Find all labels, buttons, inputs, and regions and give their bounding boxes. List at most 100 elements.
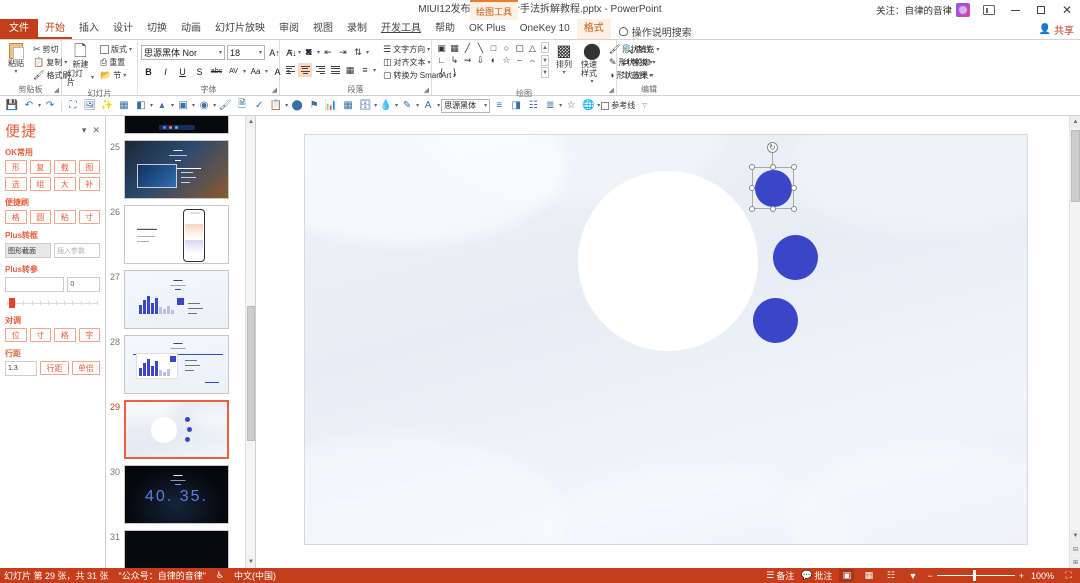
- eyedropper-icon[interactable]: 🖌: [217, 98, 233, 114]
- shape-arrow-icon[interactable]: ╲: [474, 42, 487, 54]
- tell-me-search[interactable]: 操作说明搜索: [618, 24, 692, 39]
- tab-onekey-10[interactable]: OneKey 10: [513, 19, 577, 39]
- undo-icon[interactable]: ↶: [21, 98, 37, 114]
- line-spacing-apply-button[interactable]: 行距: [40, 361, 69, 375]
- thumbnail-preview-28[interactable]: ▬▬▬ ▬▬▬▬▬ ▬▬▬▬ ▬▬▬▬▬ ▬▬▬: [124, 335, 229, 394]
- slide-sorter-view-button[interactable]: ▦: [861, 569, 876, 582]
- shape-textbox-icon[interactable]: ▣: [435, 42, 448, 54]
- thumbnail-preview-29[interactable]: [124, 400, 229, 459]
- minimize-button[interactable]: [1002, 0, 1028, 20]
- plus-param-text-input[interactable]: [5, 277, 65, 292]
- thumbnail-scrollbar[interactable]: ▲ ▼: [245, 116, 255, 568]
- clipboard-dialog-launcher[interactable]: ◢: [54, 86, 59, 94]
- line-spacing-button[interactable]: ⇅: [351, 45, 365, 59]
- thumbnail-preview-27[interactable]: ▬▬▬ ▬▬▬▬▬ ▬▬▬▬ ▬▬▬▬▬ ▬▬▬: [124, 270, 229, 329]
- pane-btn-bu[interactable]: 补: [78, 177, 100, 191]
- pane-btn-fu[interactable]: 复: [29, 160, 51, 174]
- tab-insert[interactable]: 插入: [72, 19, 106, 39]
- vertical-align-icon[interactable]: ◨: [508, 98, 524, 114]
- tab-format[interactable]: 格式: [576, 19, 611, 39]
- gallery-scroll-down-icon[interactable]: ▼: [541, 54, 549, 66]
- quick-styles-button[interactable]: ⬤ 快速样式 ▾: [579, 42, 605, 88]
- handle-middle-right[interactable]: [791, 185, 797, 191]
- arrange-button[interactable]: ▩ 排列 ▾: [551, 42, 577, 79]
- handle-top-right[interactable]: [791, 164, 797, 170]
- align-tool-icon[interactable]: ◧: [133, 98, 149, 114]
- split-icon[interactable]: ☷: [525, 98, 541, 114]
- close-button[interactable]: ✕: [1054, 0, 1080, 20]
- pane-btn-zhan[interactable]: 粘: [54, 210, 76, 224]
- accessibility-icon[interactable]: ♿: [216, 570, 224, 581]
- check-icon[interactable]: ✓: [251, 98, 267, 114]
- table-icon[interactable]: ▦: [340, 98, 356, 114]
- slider-thumb[interactable]: [9, 298, 15, 308]
- language-label[interactable]: 中文(中国): [234, 569, 276, 582]
- shape-brace-right-icon[interactable]: }: [448, 66, 461, 78]
- shape-star-icon[interactable]: ☆: [500, 54, 513, 66]
- editor-vertical-scrollbar[interactable]: ▲ ▼ ⊟ ⊞: [1069, 116, 1080, 568]
- shape-brace-left-icon[interactable]: {: [435, 66, 448, 78]
- pane-btn-wei[interactable]: 位: [5, 328, 27, 342]
- list-format-icon[interactable]: ≣: [542, 98, 558, 114]
- image-tools-icon[interactable]: 🖼: [82, 98, 98, 114]
- restore-button[interactable]: [1028, 0, 1054, 20]
- globe-icon[interactable]: 🌐: [580, 98, 596, 114]
- thumbnail-preview-25[interactable]: ▬▬▬ ▬▬▬▬▬▬ ▬▬▬▬ ▬▬▬▬▬ ▬▬▬: [124, 140, 229, 199]
- columns-button[interactable]: ▦: [343, 63, 357, 77]
- reading-view-button[interactable]: ☷: [883, 569, 898, 582]
- shape-curve-icon[interactable]: ⌣: [513, 54, 526, 66]
- line-spacing-single-button[interactable]: 单倍: [71, 361, 100, 375]
- pane-btn-zi[interactable]: 字: [78, 328, 100, 342]
- comments-button[interactable]: 💬 批注: [801, 569, 832, 582]
- increase-indent-button[interactable]: ⇥: [336, 45, 350, 59]
- tab-design[interactable]: 设计: [106, 19, 140, 39]
- strikethrough-button[interactable]: abc: [209, 64, 224, 79]
- handle-middle-left[interactable]: [749, 185, 755, 191]
- shape-pie-icon[interactable]: ◐: [487, 54, 500, 66]
- thumbnail-preview-30[interactable]: ▬▬▬ ▬▬▬▬▬ 40. 35.: [124, 465, 229, 524]
- notes-button[interactable]: ☰ 备注: [766, 569, 794, 582]
- editor-scroll-down-icon[interactable]: ▼: [1070, 530, 1080, 542]
- slide-master-icon[interactable]: 🗄: [357, 98, 373, 114]
- bold-button[interactable]: B: [141, 64, 156, 79]
- font-dialog-launcher[interactable]: ◢: [272, 86, 277, 94]
- handle-top-center[interactable]: [770, 164, 776, 170]
- editor-scrollbar-thumb[interactable]: [1071, 130, 1080, 202]
- thumbnail-preview-31[interactable]: [124, 530, 229, 568]
- justify-button[interactable]: [328, 63, 342, 77]
- blue-dot-selected[interactable]: [755, 170, 792, 207]
- paste-special-icon[interactable]: 📋: [268, 98, 284, 114]
- normal-view-button[interactable]: ▣: [839, 569, 855, 582]
- distribute-icon[interactable]: ▴: [154, 98, 170, 114]
- section-button[interactable]: 📂 节 ▾: [98, 69, 134, 81]
- pane-btn-ge[interactable]: 格: [5, 210, 27, 224]
- tab-file[interactable]: 文件: [0, 19, 38, 39]
- flag-icon[interactable]: ⚑: [306, 98, 322, 114]
- gallery-scroll-up-icon[interactable]: ▲: [541, 42, 549, 53]
- next-slide-icon[interactable]: ⊞: [1070, 556, 1080, 568]
- avatar[interactable]: [956, 3, 970, 17]
- handle-bottom-center[interactable]: [770, 206, 776, 212]
- previous-slide-icon[interactable]: ⊟: [1070, 543, 1080, 555]
- shape-rectangle-icon[interactable]: □: [487, 42, 500, 54]
- pane-btn-cun[interactable]: 寸: [78, 210, 100, 224]
- editor-scroll-up-icon[interactable]: ▲: [1070, 116, 1080, 128]
- blue-dot-middle[interactable]: [773, 235, 818, 280]
- reset-button[interactable]: ⎙ 重置: [98, 56, 134, 68]
- shape-bent-arrow-icon[interactable]: ↳: [448, 54, 461, 66]
- blue-dot-bottom[interactable]: [753, 298, 798, 343]
- star-icon[interactable]: ☆: [563, 98, 579, 114]
- tab-record[interactable]: 录制: [340, 19, 374, 39]
- large-white-circle[interactable]: [578, 171, 758, 351]
- select-button[interactable]: ⎋ 选择 ▾: [620, 69, 655, 81]
- addin-font-combobox[interactable]: 思源黑体 ▾: [441, 98, 491, 113]
- font-style-icon[interactable]: A: [420, 98, 436, 114]
- thumbnail-item-31[interactable]: 31: [106, 527, 245, 568]
- thumbnail-preview-24[interactable]: [124, 116, 229, 134]
- pane-btn-jie[interactable]: 截: [54, 160, 76, 174]
- tab-animations[interactable]: 动画: [174, 19, 208, 39]
- tab-transitions[interactable]: 切换: [140, 19, 174, 39]
- redo-icon[interactable]: ↷: [42, 98, 58, 114]
- zoom-thumb[interactable]: [972, 570, 976, 581]
- pen-icon[interactable]: ✎: [399, 98, 415, 114]
